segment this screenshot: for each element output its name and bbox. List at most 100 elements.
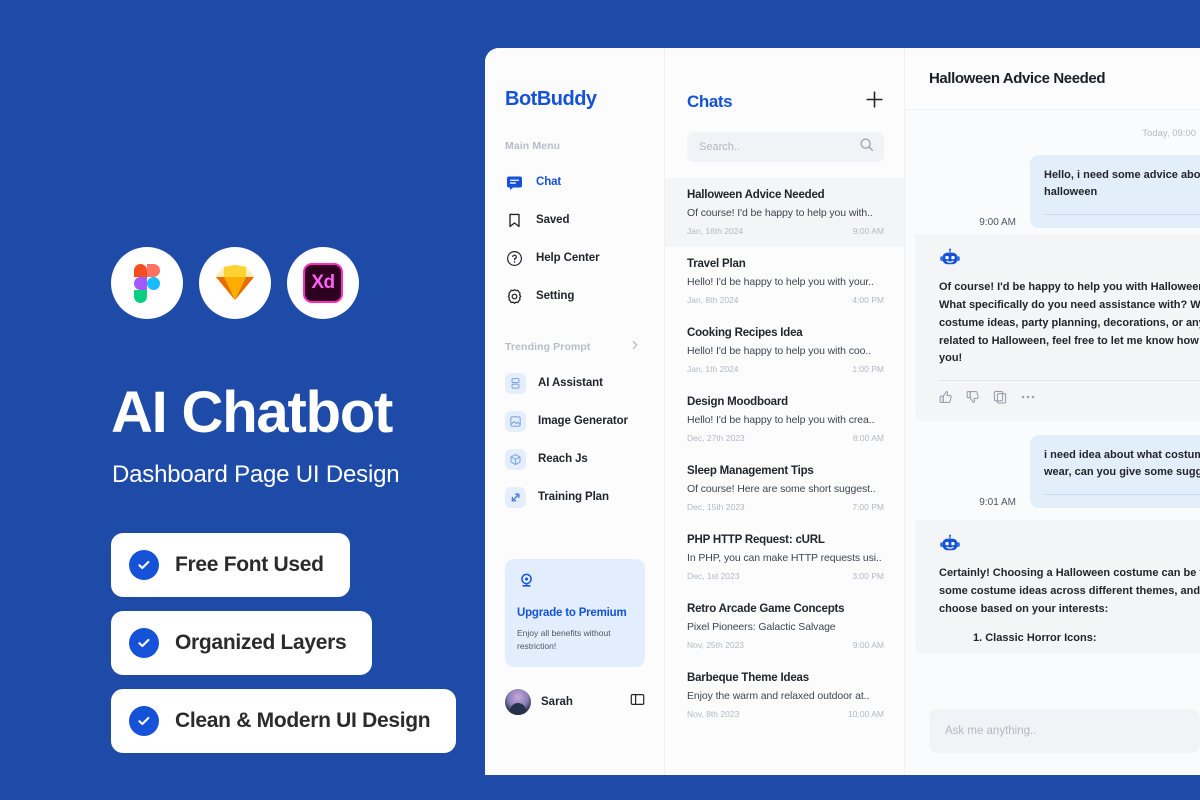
sidebar-item-label: Chat [536, 176, 562, 188]
chat-item-snippet: Hello! I'd be happy to help you with cre… [687, 414, 875, 426]
chat-list-panel: Chats Halloween Advice Needed Of course!… [665, 48, 905, 775]
search-icon[interactable] [859, 137, 874, 157]
list-item[interactable]: Halloween Advice Needed Of course! I'd b… [665, 178, 904, 247]
chat-item-date: Jan, 1th 2024 [687, 364, 739, 374]
message-input[interactable] [945, 725, 1184, 737]
chat-item-title: Halloween Advice Needed [687, 189, 825, 201]
search-input[interactable] [699, 141, 853, 153]
message-composer[interactable] [929, 709, 1200, 753]
sidebar-item-label: Image Generator [538, 415, 628, 427]
plus-icon[interactable] [865, 90, 884, 114]
chat-item-date: Jan, 8th 2024 [687, 295, 739, 305]
sidebar-item-label: AI Assistant [538, 377, 603, 389]
bookmark-icon [505, 211, 524, 230]
arrow-diagonal-icon [505, 486, 526, 508]
message-time: 9:00 AM [979, 217, 1016, 229]
message-row-user: 9:01 AM i need idea about what costume i… [905, 435, 1200, 509]
chat-item-meta: Jan, 8th 2024 4:00 PM [687, 295, 884, 305]
chat-item-time: 8:00 AM [852, 433, 884, 443]
list-item[interactable]: Travel Plan Hello! I'd be happy to help … [665, 247, 904, 316]
sidebar-item-help-center[interactable]: Help Center [485, 239, 664, 277]
image-icon [505, 410, 526, 432]
chat-item-time: 7:00 PM [852, 502, 884, 512]
sidebar-item-label: Training Plan [538, 491, 609, 503]
chat-item-meta: Dec, 1st 2023 3:00 PM [687, 571, 884, 581]
list-item[interactable]: Design Moodboard Hello! I'd be happy to … [665, 385, 904, 454]
chat-item-time: 10:00 AM [848, 709, 884, 719]
chat-item-title: Cooking Recipes Idea [687, 327, 803, 339]
message-text: Of course! I'd be happy to help you with… [939, 281, 1200, 365]
feature-badge-label: Organized Layers [175, 631, 347, 654]
check-circle-icon [129, 706, 159, 736]
gear-icon [505, 287, 524, 306]
chat-item-snippet: In PHP, you can make HTTP requests usi.. [687, 552, 882, 564]
chat-item-time: 1:00 PM [852, 364, 884, 374]
list-item[interactable]: Retro Arcade Game Concepts Pixel Pioneer… [665, 592, 904, 661]
sidebar-user-bar: Sarah [505, 689, 645, 715]
trending-prompt-header[interactable]: Trending Prompt [485, 340, 664, 353]
message-bubble-bot: Certainly! Choosing a Halloween costume … [915, 520, 1200, 654]
design-tool-logos: Xd [111, 247, 359, 319]
chat-list-items: Halloween Advice Needed Of course! I'd b… [665, 178, 904, 775]
more-icon[interactable] [1020, 390, 1036, 409]
adobe-xd-logo-icon: Xd [287, 247, 359, 319]
bot-avatar-icon [939, 248, 961, 270]
chat-item-snippet: Pixel Pioneers: Galactic Salvage [687, 621, 836, 633]
sidebar-item-reach-js[interactable]: Reach Js [485, 440, 664, 478]
sidebar-item-setting[interactable]: Setting [485, 277, 664, 315]
sidebar-toggle-icon[interactable] [630, 692, 645, 712]
upgrade-title: Upgrade to Premium [517, 606, 627, 619]
trending-prompt-label: Trending Prompt [505, 340, 591, 353]
bot-avatar-icon [939, 534, 961, 556]
message-row-bot: Certainly! Choosing a Halloween costume … [905, 520, 1200, 654]
chat-item-date: Dec, 27th 2023 [687, 433, 745, 443]
chat-item-date: Nov, 8th 2023 [687, 709, 740, 719]
thumbs-down-icon[interactable] [966, 390, 980, 409]
sidebar-item-training-plan[interactable]: Training Plan [485, 478, 664, 516]
message-time: 9:01 AM [979, 497, 1016, 509]
chat-item-title: Barbeque Theme Ideas [687, 672, 809, 684]
message-row-user: 9:00 AM Hello, i need some advice about … [905, 155, 1200, 229]
upgrade-card[interactable]: Upgrade to Premium Enjoy all benefits wi… [505, 558, 645, 667]
copy-icon[interactable] [993, 390, 1007, 409]
sidebar-item-ai-assistant[interactable]: AI Assistant [485, 364, 664, 402]
list-item[interactable]: Cooking Recipes Idea Hello! I'd be happy… [665, 316, 904, 385]
divider [1044, 214, 1200, 216]
sidebar-item-chat[interactable]: Chat [485, 163, 664, 201]
trending-prompt-list: AI Assistant Image Generator Reach Js Tr… [485, 364, 664, 516]
chat-item-date: Jan, 16th 2024 [687, 226, 744, 236]
user-name: Sarah [541, 696, 573, 708]
chat-item-title: Travel Plan [687, 258, 746, 270]
chat-item-snippet: Of course! I'd be happy to help you with… [687, 207, 873, 219]
list-item[interactable]: Sleep Management Tips Of course! Here ar… [665, 454, 904, 523]
chat-item-title: PHP HTTP Request: cURL [687, 534, 825, 546]
chat-icon [505, 173, 524, 192]
search-box[interactable] [687, 132, 884, 162]
app-window: BotBuddy Main Menu Chat Saved Help Cente… [485, 48, 1200, 775]
question-circle-icon [505, 249, 524, 268]
main-menu-caption: Main Menu [505, 140, 561, 152]
xd-label: Xd [303, 263, 343, 303]
thumbs-up-icon[interactable] [939, 390, 953, 409]
avatar[interactable] [505, 689, 531, 715]
figma-logo-icon [111, 247, 183, 319]
chevron-right-icon [630, 340, 640, 353]
promo-panel: Xd AI Chatbot Dashboard Page UI Design F… [0, 0, 485, 800]
check-circle-icon [129, 628, 159, 658]
list-item[interactable]: PHP HTTP Request: cURL In PHP, you can m… [665, 523, 904, 592]
upgrade-description: Enjoy all benefits without restriction! [517, 628, 611, 651]
chat-list-header: Chats [665, 48, 904, 114]
chat-item-time: 9:00 AM [852, 226, 884, 236]
chat-item-time: 4:00 PM [852, 295, 884, 305]
conversation-header: Halloween Advice Needed [905, 48, 1200, 110]
chat-item-snippet: Hello! I'd be happy to help you with you… [687, 276, 874, 288]
sidebar-item-image-generator[interactable]: Image Generator [485, 402, 664, 440]
page-title: AI Chatbot [111, 380, 393, 445]
main-nav: Chat Saved Help Center Setting [485, 163, 664, 315]
message-actions [939, 381, 1200, 411]
cube-icon [505, 448, 526, 470]
conversation-title: Halloween Advice Needed [929, 70, 1106, 87]
sidebar-item-saved[interactable]: Saved [485, 201, 664, 239]
list-item[interactable]: Barbeque Theme Ideas Enjoy the warm and … [665, 661, 904, 730]
chat-item-snippet: Hello! I'd be happy to help you with coo… [687, 345, 872, 357]
